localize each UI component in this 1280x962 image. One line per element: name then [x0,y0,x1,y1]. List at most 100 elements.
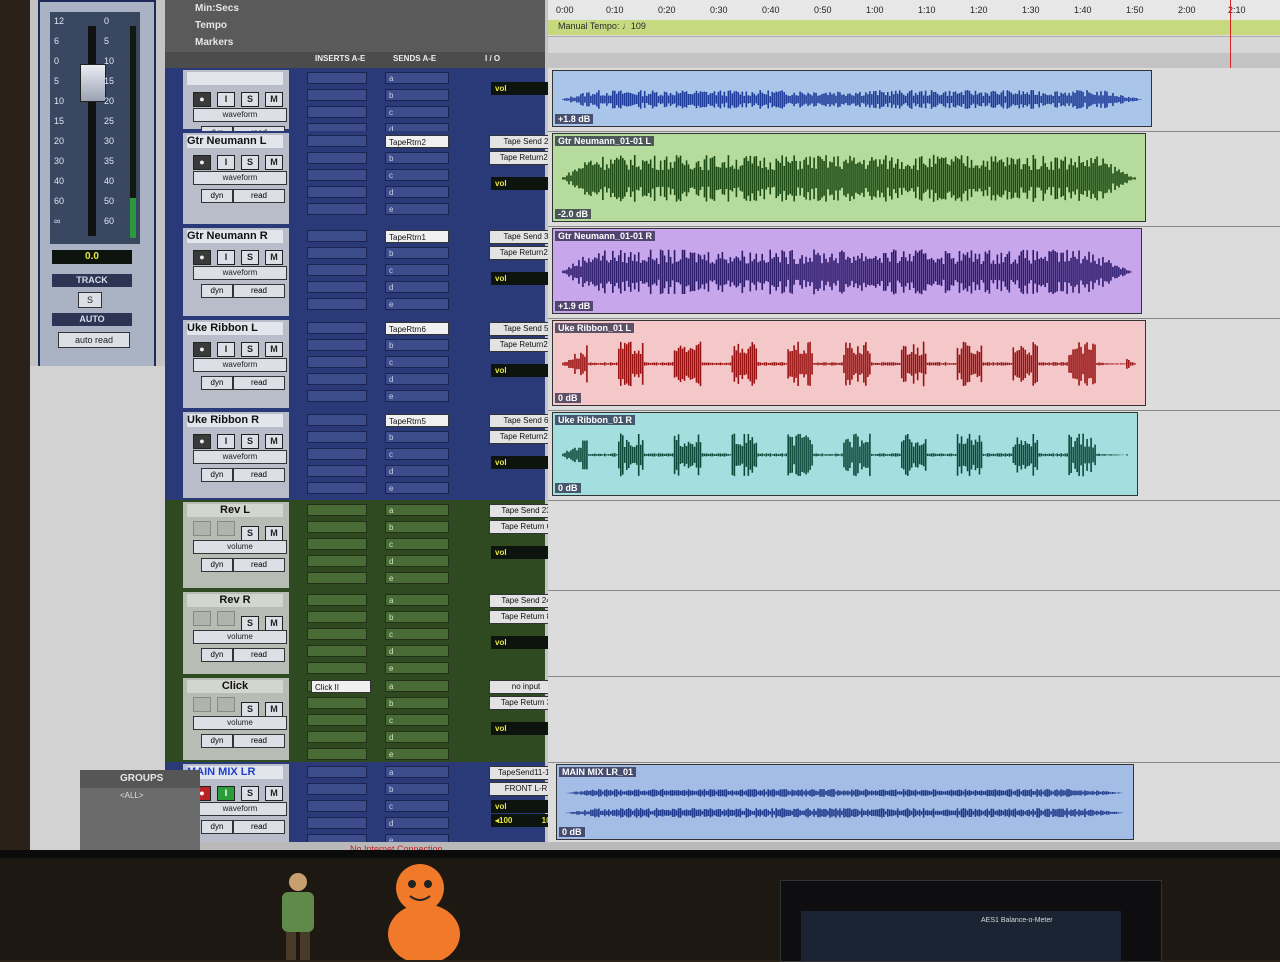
track-view-select[interactable]: volume [193,630,287,644]
insert-slot[interactable] [307,662,367,674]
audio-clip[interactable]: Uke Ribbon_01 R 0 dB [552,412,1138,496]
mute-button[interactable]: M [265,342,283,357]
input-monitor-button[interactable]: I [217,434,235,449]
automation-mode-select[interactable]: read [233,284,285,298]
send-slot[interactable]: c [385,714,449,726]
dyn-button[interactable]: dyn [201,820,233,834]
track-name[interactable] [187,72,283,85]
insert-slot[interactable] [307,203,367,215]
automation-mode-select[interactable]: auto read [58,332,130,348]
send-slot[interactable]: e [385,203,449,215]
insert-slot[interactable] [307,431,367,443]
insert-slot[interactable] [307,186,367,198]
insert-slot[interactable] [307,783,367,795]
automation-mode-select[interactable]: read [233,558,285,572]
mute-button[interactable]: M [265,616,283,631]
insert-slot[interactable] [307,390,367,402]
input-monitor-button[interactable]: I [217,92,235,107]
mute-button[interactable]: M [265,786,283,801]
record-button[interactable]: ● [193,92,211,107]
send-slot[interactable]: d [385,465,449,477]
send-slot[interactable]: c [385,106,449,118]
clip-gain[interactable]: -2.0 dB [555,209,592,219]
send-slot[interactable]: d [385,731,449,743]
track-lane[interactable]: Uke Ribbon_01 R 0 dB [548,410,1280,501]
send-slot[interactable]: e [385,748,449,760]
track-name[interactable]: Rev R [187,594,283,607]
send-slot[interactable]: b [385,339,449,351]
send-slot[interactable]: e [385,662,449,674]
send-a[interactable]: TapeRtrn5 [385,414,449,427]
track-view-select[interactable]: waveform [193,358,287,372]
insert-slot[interactable] [307,628,367,640]
dyn-button[interactable]: dyn [201,376,233,390]
solo-button[interactable]: S [78,292,102,308]
insert-slot[interactable] [307,555,367,567]
send-slot[interactable]: c [385,356,449,368]
insert-slot[interactable] [307,230,367,242]
solo-button[interactable]: S [241,616,259,631]
send-slot[interactable]: c [385,800,449,812]
markers-ruler[interactable] [548,36,1280,53]
insert-slot[interactable] [307,281,367,293]
send-slot[interactable]: d [385,281,449,293]
audio-clip[interactable]: Gtr Neumann_01-01 R +1.9 dB [552,228,1142,314]
group-all[interactable]: <ALL> [80,791,200,800]
insert-slot[interactable] [307,322,367,334]
send-slot[interactable]: b [385,247,449,259]
record-button[interactable]: ● [193,434,211,449]
send-slot[interactable]: e [385,482,449,494]
track-name[interactable]: Rev L [187,504,283,517]
send-slot[interactable]: a [385,680,449,692]
send-slot[interactable]: b [385,611,449,623]
automation-mode-select[interactable]: read [233,376,285,390]
track-name[interactable]: Uke Ribbon R [187,414,283,427]
insert-slot[interactable] [307,611,367,623]
track-lane[interactable]: MAIN MIX LR_01 0 dB [548,762,1280,845]
track-lane[interactable]: +1.8 dB [548,68,1280,132]
send-a[interactable]: TapeRtrn6 [385,322,449,335]
track-view-select[interactable]: waveform [193,171,287,185]
track-lane[interactable] [548,676,1280,763]
insert-slot[interactable] [307,538,367,550]
track-lane[interactable]: Gtr Neumann_01-01 R +1.9 dB [548,226,1280,319]
tempo-ruler[interactable]: Manual Tempo: ♩109 [548,20,1280,35]
input-monitor-button[interactable]: I [217,342,235,357]
track-view-select[interactable]: waveform [193,450,287,464]
track-view-select[interactable]: waveform [193,266,287,280]
insert-slot[interactable] [307,152,367,164]
insert-slot[interactable] [307,72,367,84]
insert-slot[interactable] [307,748,367,760]
send-slot[interactable]: d [385,645,449,657]
send-slot[interactable]: e [385,298,449,310]
mute-button[interactable]: M [265,434,283,449]
timeline-ruler[interactable]: 0:00 0:10 0:20 0:30 0:40 0:50 1:00 1:10 1:20 1:30… [548,0,1280,90]
insert-slot[interactable] [307,482,367,494]
input-monitor-button[interactable]: I [217,155,235,170]
send-a[interactable]: TapeRtrn1 [385,230,449,243]
dyn-button[interactable]: dyn [201,189,233,203]
mute-button[interactable]: M [265,702,283,717]
solo-button[interactable]: S [241,526,259,541]
send-slot[interactable]: c [385,538,449,550]
insert-slot[interactable] [307,645,367,657]
insert-slot[interactable] [307,298,367,310]
audio-clip[interactable]: Uke Ribbon_01 L 0 dB [552,320,1146,406]
record-button[interactable]: ● [193,342,211,357]
insert-slot[interactable] [307,521,367,533]
send-slot[interactable]: a [385,72,449,84]
clip-gain[interactable]: +1.8 dB [555,114,594,124]
input-monitor-button[interactable]: I [217,250,235,265]
send-slot[interactable]: c [385,448,449,460]
mute-button[interactable]: M [265,526,283,541]
minsecs-ruler[interactable]: 0:00 0:10 0:20 0:30 0:40 0:50 1:00 1:10 1:20 1:30… [548,0,1280,21]
dyn-button[interactable]: dyn [201,648,233,662]
clip-gain[interactable]: 0 dB [555,393,581,403]
solo-button[interactable]: S [241,155,259,170]
insert-slot[interactable] [307,247,367,259]
insert-slot[interactable] [307,731,367,743]
insert-slot[interactable] [307,714,367,726]
mute-button[interactable]: M [265,250,283,265]
clip-gain[interactable]: 0 dB [555,483,581,493]
mute-button[interactable]: M [265,155,283,170]
